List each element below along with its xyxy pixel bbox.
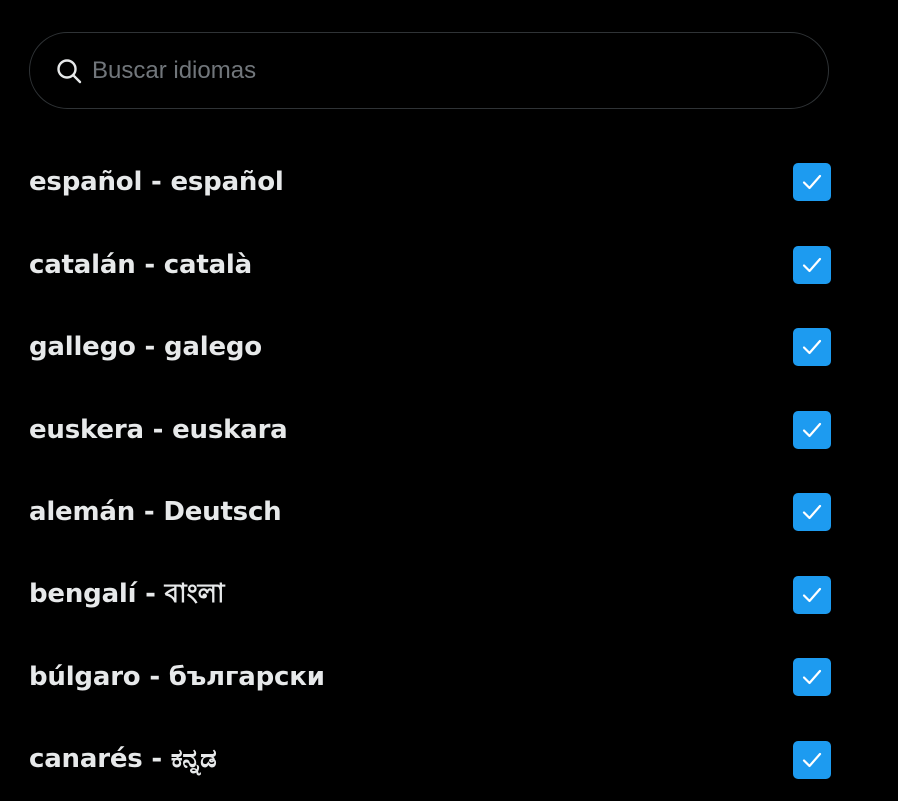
search-box[interactable] <box>29 32 829 109</box>
language-item[interactable]: canarés - ಕನ್ನಡ <box>0 719 898 801</box>
language-checkbox[interactable] <box>793 741 831 779</box>
language-label: gallego - galego <box>29 332 262 362</box>
language-list: español - español catalán - català galle… <box>0 141 898 801</box>
language-checkbox[interactable] <box>793 328 831 366</box>
language-item[interactable]: gallego - galego <box>0 306 898 389</box>
checkmark-icon <box>800 418 824 442</box>
language-item[interactable]: español - español <box>0 141 898 224</box>
checkmark-icon <box>800 335 824 359</box>
checkmark-icon <box>800 170 824 194</box>
checkmark-icon <box>800 253 824 277</box>
language-label: alemán - Deutsch <box>29 497 281 527</box>
language-label: euskera - euskara <box>29 415 288 445</box>
language-item[interactable]: euskera - euskara <box>0 389 898 472</box>
language-checkbox[interactable] <box>793 163 831 201</box>
search-icon <box>56 58 82 84</box>
language-label: canarés - ಕನ್ನಡ <box>29 744 216 775</box>
checkmark-icon <box>800 500 824 524</box>
language-item[interactable]: búlgaro - български <box>0 636 898 719</box>
language-item[interactable]: bengalí - বাংলা <box>0 554 898 637</box>
language-label: catalán - català <box>29 250 252 280</box>
language-label: búlgaro - български <box>29 662 325 692</box>
language-checkbox[interactable] <box>793 411 831 449</box>
language-checkbox[interactable] <box>793 658 831 696</box>
checkmark-icon <box>800 583 824 607</box>
language-label: bengalí - বাংলা <box>29 573 224 617</box>
language-label: español - español <box>29 167 284 197</box>
search-input[interactable] <box>92 51 828 91</box>
language-checkbox[interactable] <box>793 576 831 614</box>
language-checkbox[interactable] <box>793 246 831 284</box>
language-item[interactable]: catalán - català <box>0 224 898 307</box>
language-item[interactable]: alemán - Deutsch <box>0 471 898 554</box>
checkmark-icon <box>800 665 824 689</box>
checkmark-icon <box>800 748 824 772</box>
language-checkbox[interactable] <box>793 493 831 531</box>
